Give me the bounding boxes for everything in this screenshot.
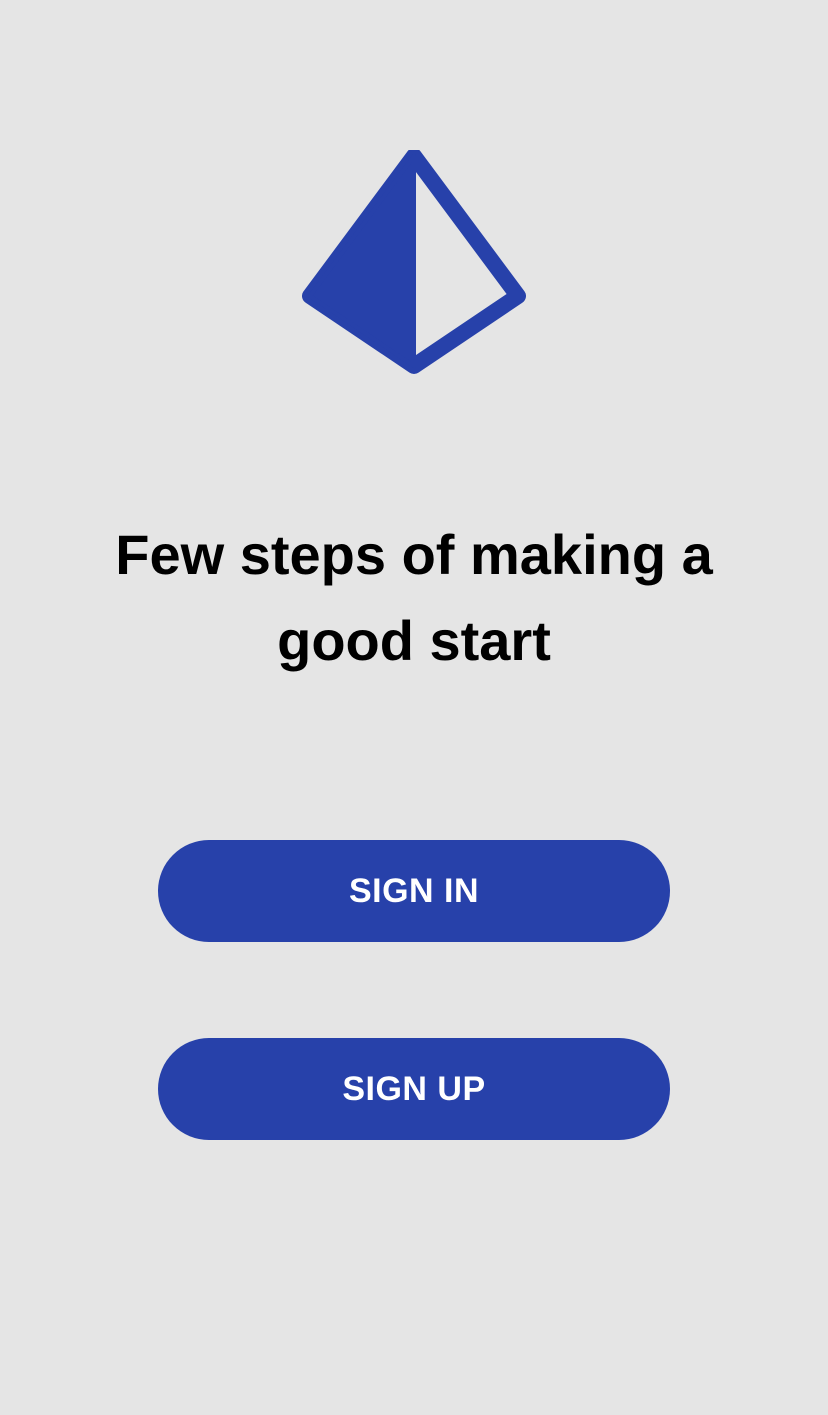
sign-in-button[interactable]: SIGN IN [158, 840, 670, 942]
app-logo [302, 150, 526, 374]
prism-icon [302, 150, 526, 374]
sign-up-button[interactable]: SIGN UP [158, 1038, 670, 1140]
page-title: Few steps of making a good start [115, 523, 713, 672]
